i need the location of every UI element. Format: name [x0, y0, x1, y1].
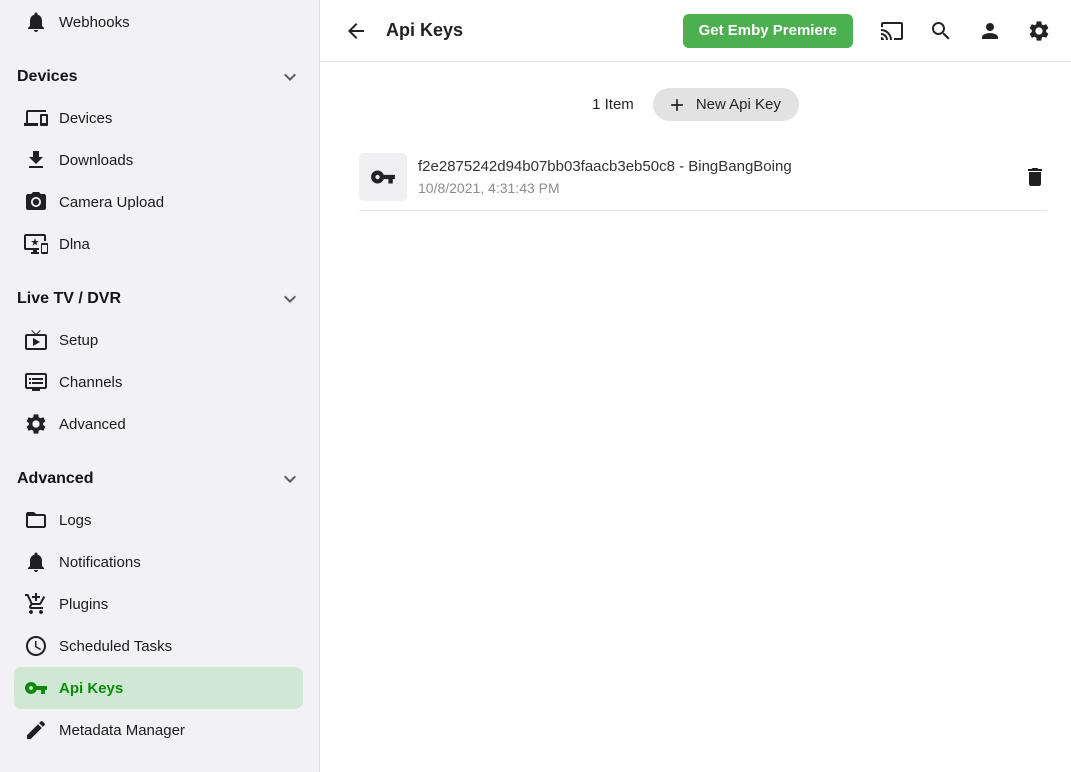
sidebar-item-scheduled-tasks[interactable]: Scheduled Tasks: [14, 625, 303, 667]
sidebar-item-setup[interactable]: Setup: [14, 319, 303, 361]
api-key-row: f2e2875242d94b07bb03faacb3eb50c8 - BingB…: [359, 153, 1047, 211]
cast-button[interactable]: [880, 19, 904, 43]
sidebar-item-channels[interactable]: Channels: [14, 361, 303, 403]
arrow-back-icon: [344, 19, 368, 43]
sidebar-item-label: Metadata Manager: [59, 722, 185, 739]
cart-plus-icon: [24, 592, 48, 616]
sidebar-item-label: Devices: [59, 110, 112, 127]
dvr-icon: [24, 370, 48, 394]
important-devices-icon: [24, 232, 48, 256]
api-key-thumbnail: [359, 153, 407, 201]
user-button[interactable]: [978, 19, 1002, 43]
sidebar-section-title: Live TV / DVR: [17, 290, 121, 308]
sidebar-item-plugins[interactable]: Plugins: [14, 583, 303, 625]
devices-icon: [24, 106, 48, 130]
sidebar-item-label: Api Keys: [59, 680, 123, 697]
search-icon: [929, 19, 953, 43]
api-keys-toolbar: 1 Item New Api Key: [320, 88, 1071, 121]
plus-icon: [667, 95, 687, 115]
sidebar-item-label: Advanced: [59, 416, 126, 433]
sidebar-item-metadata-manager[interactable]: Metadata Manager: [14, 709, 303, 751]
sidebar-item-label: Notifications: [59, 554, 141, 571]
sidebar-item-logs[interactable]: Logs: [14, 499, 303, 541]
get-emby-premiere-button[interactable]: Get Emby Premiere: [683, 14, 853, 48]
header-actions: Get Emby Premiere: [683, 14, 1051, 48]
sidebar-section-title: Advanced: [17, 470, 93, 488]
sidebar-item-label: Scheduled Tasks: [59, 638, 172, 655]
page-title: Api Keys: [386, 20, 463, 41]
sidebar-item-livetv-advanced[interactable]: Advanced: [14, 403, 303, 445]
sidebar-item-dlna[interactable]: Dlna: [14, 223, 303, 265]
api-key-name: f2e2875242d94b07bb03faacb3eb50c8 - BingB…: [418, 158, 792, 175]
gear-icon: [1027, 19, 1051, 43]
sidebar-section-title: Devices: [17, 68, 78, 86]
gear-icon: [24, 412, 48, 436]
sidebar-section-devices[interactable]: Devices: [0, 57, 319, 97]
sidebar-item-label: Setup: [59, 332, 98, 349]
camera-icon: [24, 190, 48, 214]
chevron-down-icon[interactable]: [278, 65, 302, 89]
live-tv-icon: [24, 328, 48, 352]
bell-icon: [24, 10, 48, 34]
sidebar-item-label: Camera Upload: [59, 194, 164, 211]
key-icon: [370, 164, 396, 190]
sidebar-item-camera-upload[interactable]: Camera Upload: [14, 181, 303, 223]
main-area: Api Keys Get Emby Premiere: [320, 0, 1071, 772]
sidebar-item-label: Logs: [59, 512, 92, 529]
key-icon: [24, 676, 48, 700]
delete-api-key-button[interactable]: [1023, 165, 1047, 189]
app-header: Api Keys Get Emby Premiere: [320, 0, 1071, 62]
sidebar-item-label: Channels: [59, 374, 122, 391]
download-icon: [24, 148, 48, 172]
cast-icon: [880, 19, 904, 43]
new-api-key-label: New Api Key: [696, 96, 781, 113]
clock-icon: [24, 634, 48, 658]
sidebar-section-advanced[interactable]: Advanced: [0, 459, 319, 499]
sidebar-item-notifications[interactable]: Notifications: [14, 541, 303, 583]
chevron-down-icon[interactable]: [278, 287, 302, 311]
sidebar-item-label: Dlna: [59, 236, 90, 253]
item-count: 1 Item: [592, 96, 634, 113]
sidebar-item-label: Downloads: [59, 152, 133, 169]
settings-button[interactable]: [1027, 19, 1051, 43]
api-key-created-date: 10/8/2021, 4:31:43 PM: [418, 180, 792, 196]
folder-icon: [24, 508, 48, 532]
sidebar-item-downloads[interactable]: Downloads: [14, 139, 303, 181]
sidebar-item-api-keys[interactable]: Api Keys: [14, 667, 303, 709]
settings-sidebar: Webhooks Devices Devices Downloads Camer…: [0, 0, 320, 772]
person-icon: [978, 19, 1002, 43]
api-key-list: f2e2875242d94b07bb03faacb3eb50c8 - BingB…: [359, 153, 1047, 211]
chevron-down-icon[interactable]: [278, 467, 302, 491]
sidebar-item-devices[interactable]: Devices: [14, 97, 303, 139]
sidebar-item-label: Webhooks: [59, 14, 130, 31]
sidebar-item-label: Plugins: [59, 596, 108, 613]
sidebar-item-webhooks[interactable]: Webhooks: [14, 1, 303, 43]
new-api-key-button[interactable]: New Api Key: [653, 88, 799, 121]
sidebar-section-live-tv[interactable]: Live TV / DVR: [0, 279, 319, 319]
trash-icon: [1023, 165, 1047, 189]
bell-icon: [24, 550, 48, 574]
search-button[interactable]: [929, 19, 953, 43]
api-key-info: f2e2875242d94b07bb03faacb3eb50c8 - BingB…: [418, 158, 792, 196]
back-button[interactable]: [344, 19, 368, 43]
pencil-icon: [24, 718, 48, 742]
